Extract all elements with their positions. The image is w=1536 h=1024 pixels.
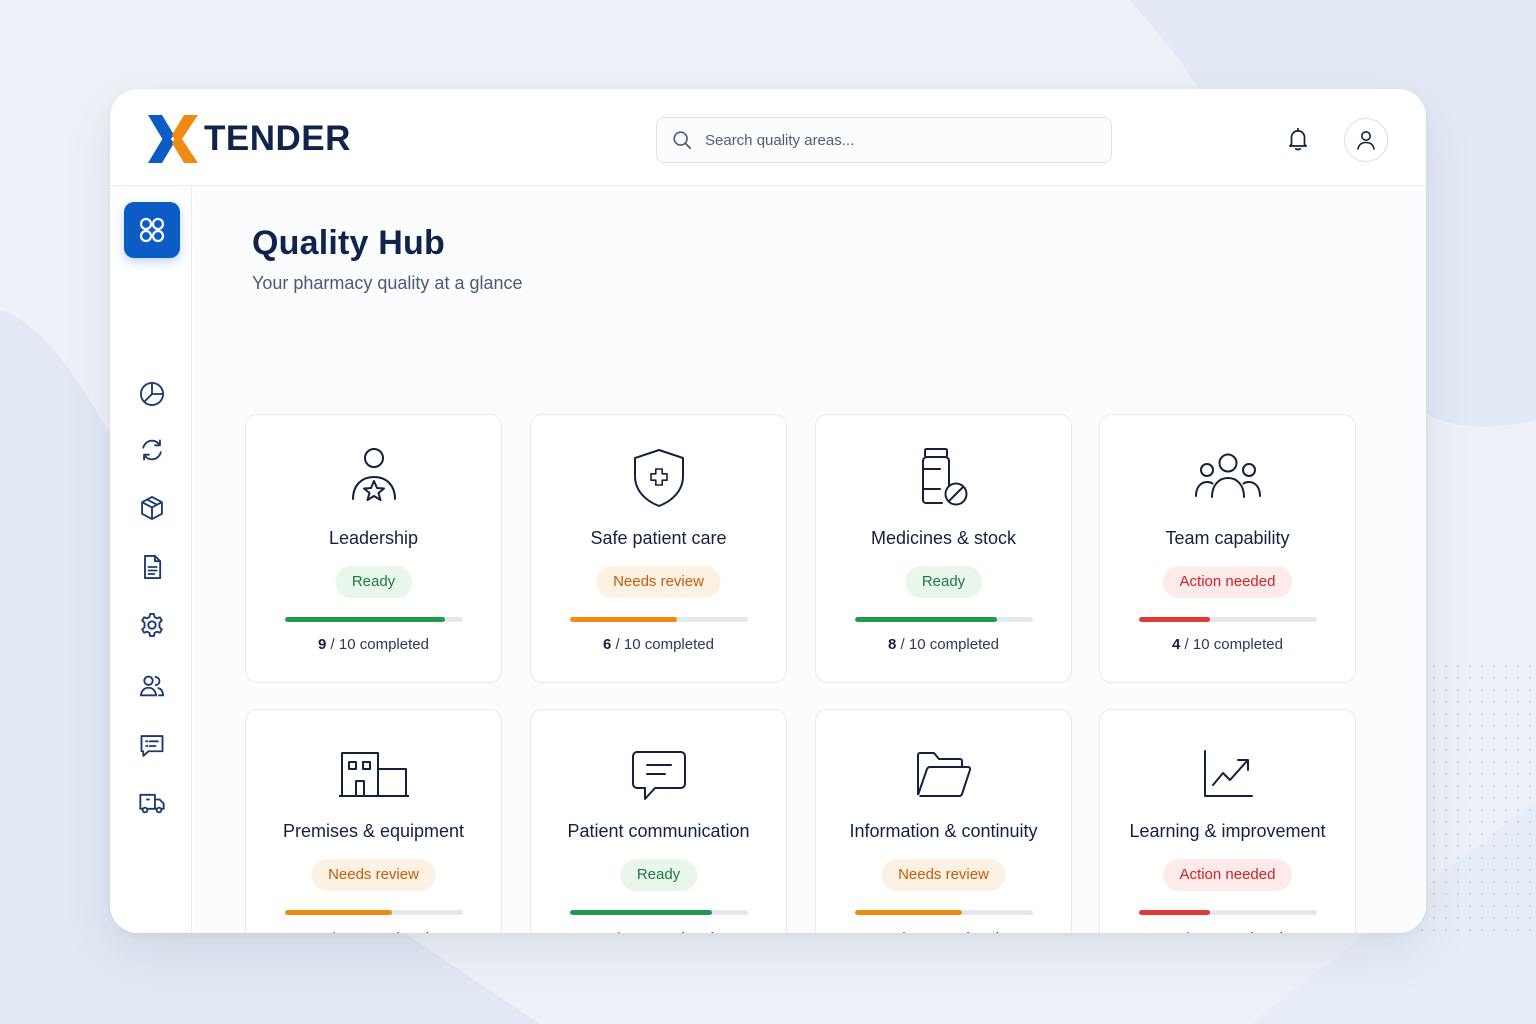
- progress-text: 8 / 10 completed: [888, 636, 999, 653]
- user-avatar[interactable]: [1344, 118, 1388, 162]
- chat-bubble-icon: [631, 751, 686, 800]
- status-badge: Action needed: [1162, 859, 1293, 891]
- brand-logo[interactable]: TENDER: [148, 114, 351, 164]
- card-title: Safe patient care: [590, 528, 727, 548]
- status-badge: Ready: [619, 859, 698, 891]
- progress-bar: [855, 617, 1033, 622]
- search-bar[interactable]: [656, 117, 1112, 163]
- status-badge: Needs review: [881, 859, 1006, 891]
- nav-messages[interactable]: [124, 718, 180, 774]
- background-dots: [1416, 660, 1536, 940]
- card-title: Leadership: [328, 528, 419, 548]
- progress-fill: [855, 910, 962, 915]
- brand-x-icon: [148, 115, 198, 163]
- quality-card-premises-equipment[interactable]: Premises & equipment Needs review 6 / 10…: [245, 709, 502, 933]
- truck-icon: [139, 793, 165, 814]
- progress-text: 9 / 10 completed: [318, 636, 429, 653]
- document-icon: [144, 554, 162, 580]
- progress-bar: [570, 617, 748, 622]
- building-icon: [338, 752, 409, 797]
- app-window: TENDER Search quality areas... Quality H…: [110, 89, 1426, 933]
- search-icon: [673, 131, 692, 150]
- nav-analytics[interactable]: [124, 366, 180, 422]
- quality-card-safe-patient-care[interactable]: Safe patient care Needs review 6 / 10 co…: [530, 414, 787, 683]
- refresh-icon: [142, 439, 162, 461]
- progress-text: 6 / 10 completed: [816, 930, 1071, 933]
- card-title: Team capability: [1165, 528, 1290, 548]
- nav-deliveries[interactable]: [124, 775, 180, 831]
- card-title: Medicines & stock: [870, 528, 1017, 548]
- progress-fill: [1139, 617, 1211, 622]
- quality-card-patient-communication[interactable]: Patient communication Ready 8 / 10 compl…: [530, 709, 787, 933]
- progress-text: 8 / 10 completed: [531, 930, 786, 933]
- user-icon: [1357, 131, 1375, 150]
- progress-fill: [285, 910, 392, 915]
- nav-settings[interactable]: [124, 597, 180, 653]
- quality-card-team-capability[interactable]: Team capability Action needed 4 / 10 com…: [1099, 414, 1356, 683]
- card-title: Information & continuity: [849, 821, 1038, 841]
- main-content: Quality Hub Your pharmacy quality at a g…: [193, 187, 1426, 933]
- pie-chart-icon: [139, 381, 165, 407]
- grid-icon: [139, 217, 165, 243]
- page-title: Quality Hub: [252, 224, 445, 262]
- search-input[interactable]: [705, 131, 1085, 149]
- card-title: Learning & improvement: [1129, 821, 1326, 841]
- progress-bar: [1139, 617, 1317, 622]
- users-icon: [139, 675, 165, 697]
- progress-bar: [1139, 910, 1317, 915]
- nav-sync[interactable]: [124, 422, 180, 478]
- sidebar: [110, 186, 192, 933]
- progress-text: 6 / 10 completed: [603, 636, 714, 653]
- quality-card-medicines-stock[interactable]: Medicines & stock Ready 8 / 10 completed: [815, 414, 1072, 683]
- quality-card-leadership[interactable]: Leadership Ready 9 / 10 completed: [245, 414, 502, 683]
- nav-dashboard[interactable]: [124, 202, 180, 258]
- progress-text: 4 / 10 completed: [1100, 930, 1355, 933]
- progress-bar: [285, 617, 463, 622]
- progress-bar: [570, 910, 748, 915]
- message-list-icon: [140, 735, 164, 757]
- nav-team[interactable]: [124, 658, 180, 714]
- brand-name: TENDER: [204, 119, 351, 158]
- person-star-icon: [351, 448, 396, 501]
- team-icon: [1194, 453, 1261, 498]
- progress-fill: [570, 910, 713, 915]
- pill-bottle-icon: [921, 448, 967, 506]
- status-badge: Needs review: [596, 566, 721, 598]
- status-badge: Needs review: [311, 859, 436, 891]
- box-icon: [141, 495, 163, 521]
- shield-plus-icon: [633, 449, 684, 507]
- progress-bar: [855, 910, 1033, 915]
- trend-chart-icon: [1203, 750, 1253, 797]
- progress-bar: [285, 910, 463, 915]
- nav-inventory[interactable]: [124, 480, 180, 536]
- nav-documents[interactable]: [124, 539, 180, 595]
- folder-icon: [916, 752, 971, 797]
- progress-fill: [285, 617, 446, 622]
- notification-bell-icon[interactable]: [1285, 126, 1311, 152]
- progress-fill: [1139, 910, 1211, 915]
- status-badge: Ready: [334, 566, 413, 598]
- progress-text: 4 / 10 completed: [1172, 636, 1283, 653]
- quality-card-information-continuity[interactable]: Information & continuity Needs review 6 …: [815, 709, 1072, 933]
- gear-icon: [141, 612, 163, 638]
- progress-text: 6 / 10 completed: [246, 930, 501, 933]
- status-badge: Action needed: [1162, 566, 1293, 598]
- card-title: Premises & equipment: [282, 821, 465, 841]
- page-subtitle: Your pharmacy quality at a glance: [252, 273, 523, 293]
- top-bar: TENDER: [110, 89, 1426, 186]
- quality-card-learning-improvement[interactable]: Learning & improvement Action needed 4 /…: [1099, 709, 1356, 933]
- status-badge: Ready: [904, 566, 983, 598]
- progress-fill: [855, 617, 998, 622]
- progress-fill: [570, 617, 677, 622]
- card-title: Patient communication: [567, 821, 750, 841]
